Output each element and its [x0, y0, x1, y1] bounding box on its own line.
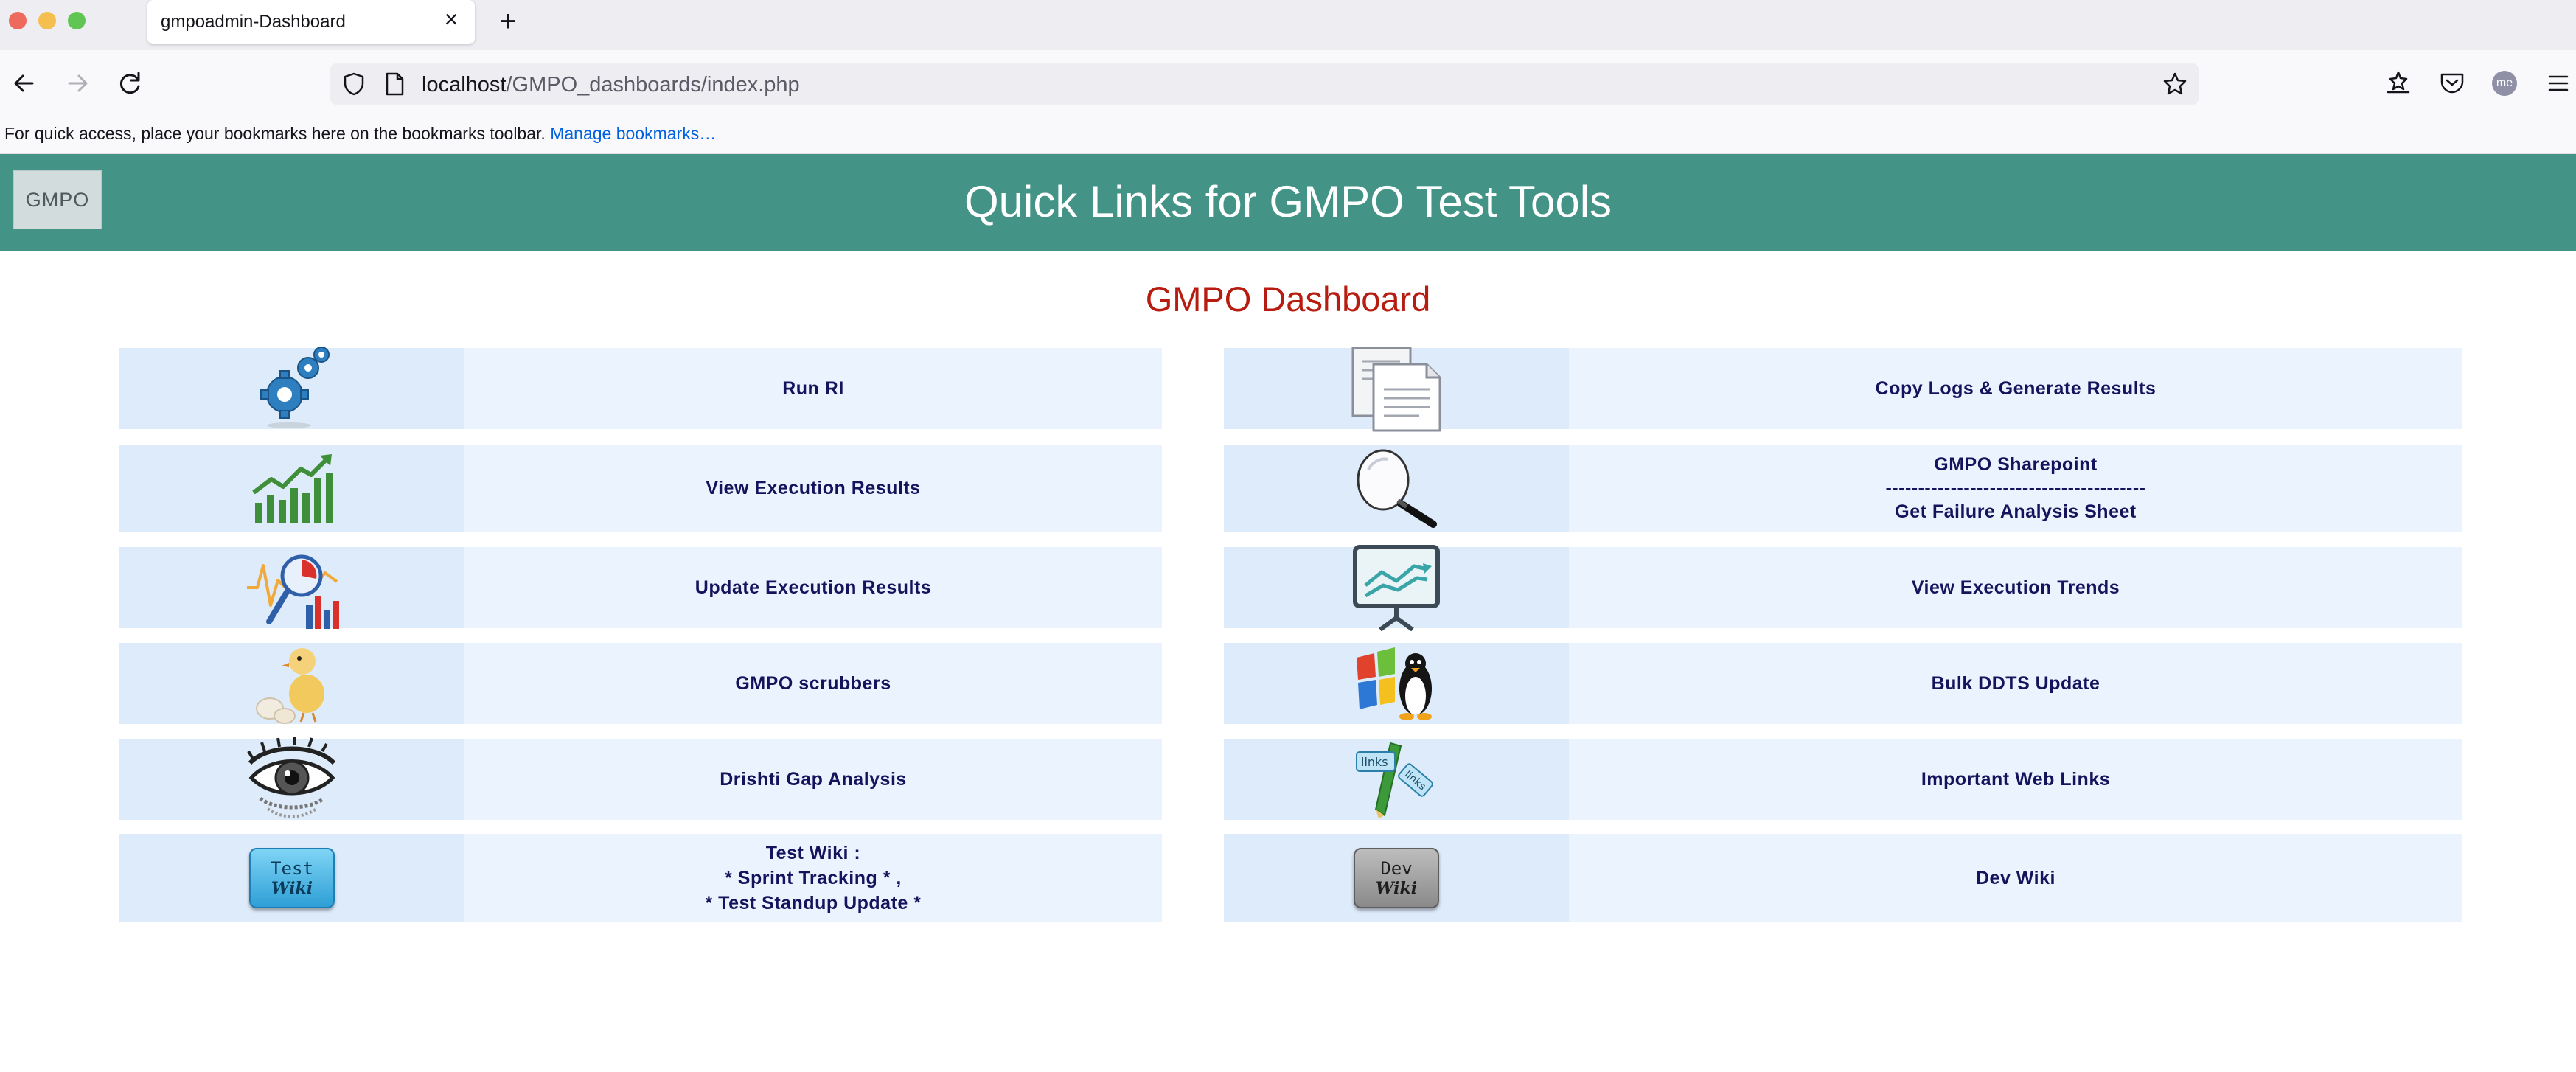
hamburger-menu-icon[interactable]: [2541, 66, 2575, 100]
forward-arrow-icon[interactable]: [60, 66, 94, 100]
card-gmpo-scrubbers[interactable]: GMPO scrubbers: [119, 643, 1162, 724]
pocket-icon[interactable]: [2435, 66, 2469, 100]
card-label: GMPO scrubbers: [464, 643, 1162, 724]
card-label: View Execution Results: [464, 445, 1162, 532]
card-label: Important Web Links: [1569, 739, 2462, 820]
card-gmpo-sharepoint[interactable]: GMPO Sharepoint ------------------------…: [1224, 445, 2462, 532]
card-bulk-ddts-update[interactable]: Bulk DDTS Update: [1224, 643, 2462, 724]
gears-icon: [260, 347, 330, 428]
card-update-execution-results[interactable]: Update Execution Results: [119, 547, 1162, 629]
dashboard-title: GMPO Dashboard: [1145, 279, 1431, 319]
new-tab-button[interactable]: +: [492, 6, 523, 37]
card-drishti-gap-analysis[interactable]: Drishti Gap Analysis: [119, 737, 1162, 820]
bookmark-star-icon[interactable]: [2162, 71, 2188, 97]
close-window-button[interactable]: [9, 12, 27, 29]
card-copy-logs[interactable]: Copy Logs & Generate Results: [1224, 347, 2462, 432]
card-label: View Execution Trends: [1569, 547, 2462, 628]
label-line: * Sprint Tracking * ,: [725, 868, 902, 888]
url-path: /GMPO_dashboards/index.php: [506, 73, 800, 97]
card-label: Bulk DDTS Update: [1569, 643, 2462, 724]
card-label: Run RI: [464, 348, 1162, 429]
minimize-window-button[interactable]: [38, 12, 56, 29]
label-line: Get Failure Analysis Sheet: [1895, 501, 2137, 522]
card-label: Drishti Gap Analysis: [464, 739, 1162, 820]
wiki-button-bottom: Wiki: [271, 879, 313, 898]
wiki-button-top: Dev: [1380, 858, 1413, 879]
analytics-magnifier-icon: [247, 554, 339, 629]
dev-wiki-icon: Dev Wiki: [1354, 848, 1439, 908]
label-line: GMPO Sharepoint: [1934, 454, 2098, 475]
eye-icon: [247, 737, 336, 818]
test-wiki-icon: Test Wiki: [249, 848, 335, 908]
account-avatar[interactable]: me: [2492, 71, 2517, 96]
url-text[interactable]: localhost/GMPO_dashboards/index.php: [422, 73, 800, 97]
card-test-wiki[interactable]: Test Wiki Test Wiki : * Sprint Tracking …: [119, 834, 1162, 922]
documents-icon: [1351, 347, 1441, 432]
card-label: Test Wiki : * Sprint Tracking * , * Test…: [705, 840, 921, 916]
page-icon: [386, 72, 404, 96]
back-arrow-icon[interactable]: [7, 66, 41, 100]
label-line: * Test Standup Update *: [705, 893, 922, 913]
manage-bookmarks-link[interactable]: Manage bookmarks…: [550, 124, 716, 143]
maximize-window-button[interactable]: [68, 12, 86, 29]
navigation-bar: localhost/GMPO_dashboards/index.php me: [0, 50, 2576, 116]
close-tab-icon[interactable]: ×: [439, 7, 463, 31]
tab-dashboard[interactable]: gmpoadmin-Dashboard ×: [147, 0, 475, 44]
growth-chart-icon: [252, 454, 333, 523]
link-tag-text: links: [1361, 755, 1388, 769]
avatar-initials: me: [2496, 77, 2513, 89]
presentation-board-icon: [1353, 545, 1440, 631]
url-host: localhost: [422, 73, 507, 97]
wiki-button-bottom: Wiki: [1375, 879, 1418, 898]
magnifier-icon: [1357, 449, 1437, 528]
save-to-pocket-list-icon[interactable]: [2381, 66, 2415, 100]
card-label: Copy Logs & Generate Results: [1569, 348, 2462, 429]
card-view-execution-results[interactable]: View Execution Results: [119, 445, 1162, 532]
page-header: GMPO Quick Links for GMPO Test Tools: [0, 154, 2576, 251]
reload-icon[interactable]: [114, 66, 147, 100]
bookmarks-message: For quick access, place your bookmarks h…: [4, 124, 546, 143]
url-bar[interactable]: localhost/GMPO_dashboards/index.php: [330, 63, 2199, 105]
card-view-execution-trends[interactable]: View Execution Trends: [1224, 545, 2462, 631]
card-important-web-links[interactable]: links links Important Web Links: [1224, 739, 2462, 820]
tab-strip: gmpoadmin-Dashboard × +: [0, 0, 2576, 50]
bookmarks-toolbar: For quick access, place your bookmarks h…: [0, 116, 2576, 154]
wiki-button-top: Test: [271, 858, 313, 879]
web-links-icon: links links: [1356, 742, 1433, 818]
card-label: Dev Wiki: [1569, 834, 2462, 922]
shield-icon[interactable]: [341, 71, 367, 97]
card-label: Update Execution Results: [464, 547, 1162, 628]
label-separator: ----------------------------------------: [1885, 478, 2146, 498]
card-label: GMPO Sharepoint ------------------------…: [1885, 452, 2145, 524]
label-line: Test Wiki :: [765, 843, 861, 863]
card-dev-wiki[interactable]: Dev Wiki Dev Wiki: [1224, 834, 2462, 922]
card-run-ri[interactable]: Run RI: [119, 347, 1162, 429]
page-title: Quick Links for GMPO Test Tools: [964, 177, 1612, 226]
chick-icon: [256, 648, 324, 724]
tab-title: gmpoadmin-Dashboard: [161, 12, 346, 32]
windows-linux-icon: [1357, 647, 1432, 720]
